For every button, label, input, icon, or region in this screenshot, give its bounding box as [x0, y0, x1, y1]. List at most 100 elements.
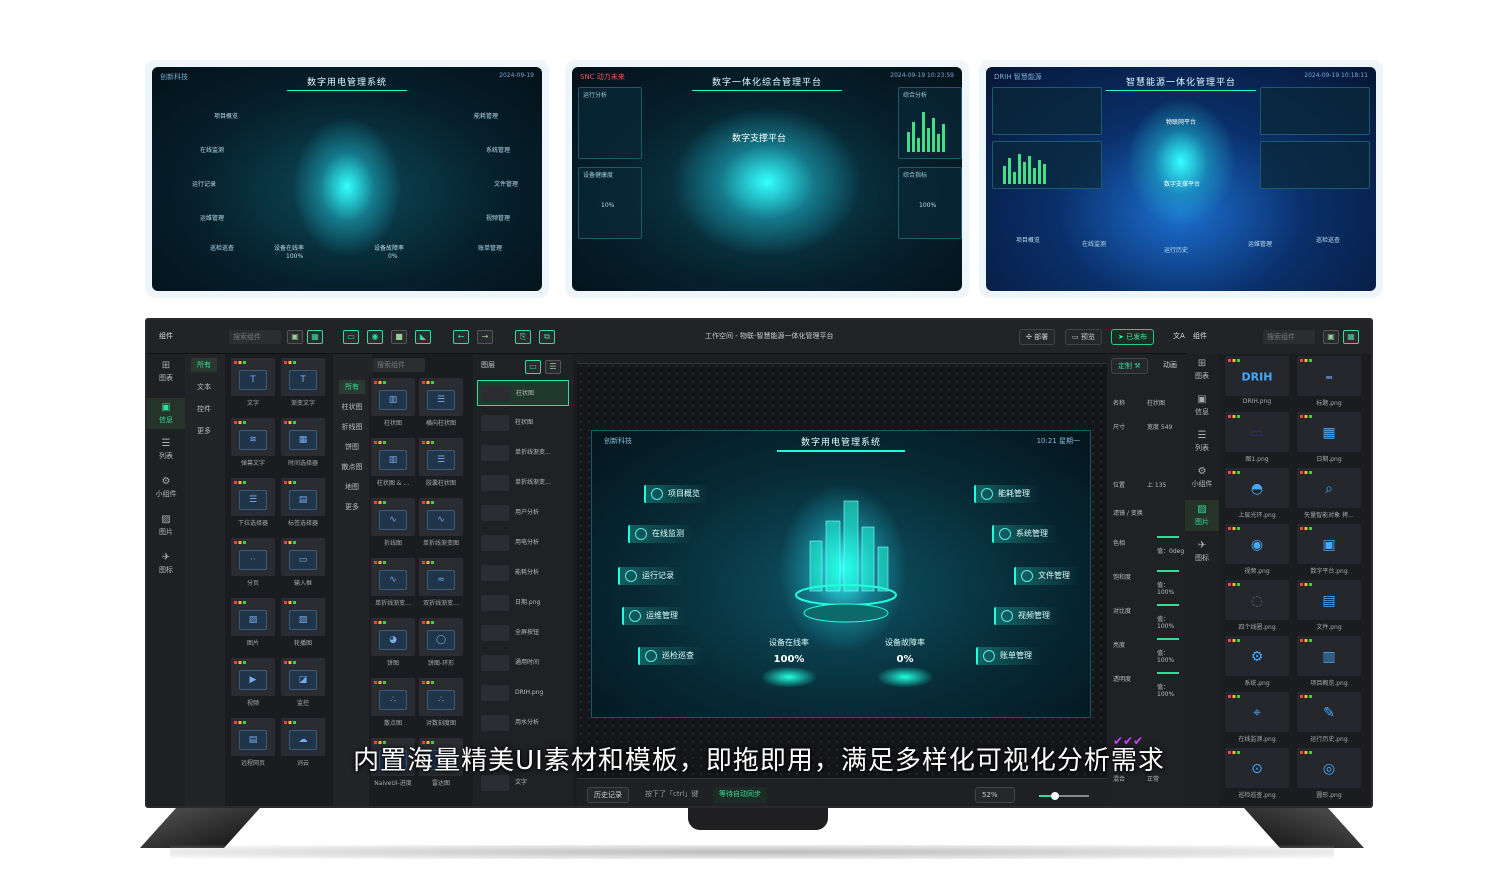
layer-item[interactable]: 柱状图	[477, 410, 569, 436]
filter-icon[interactable]: ◣	[415, 330, 431, 344]
component-card[interactable]: ▦ 时间选择器	[281, 418, 325, 467]
layers-toggle-icon[interactable]: ▭	[343, 330, 359, 344]
layer-item[interactable]: 通用时间	[477, 650, 569, 676]
component-card[interactable]: ∿ 单折线渐变图	[419, 498, 463, 547]
component-card[interactable]: ∴ 对数刻度图	[419, 678, 463, 727]
lock-icon[interactable]: ▣	[287, 330, 303, 344]
asset-card[interactable]: ✎ 运行历史.png	[1297, 692, 1361, 744]
subnav-control[interactable]: 控件	[191, 402, 217, 416]
layer-thumb-view-icon[interactable]: ▭	[525, 360, 541, 374]
node-online-monitor[interactable]: 在线监测	[628, 525, 692, 543]
layer-item[interactable]: 用户分析	[477, 500, 569, 526]
component-card[interactable]: T 渐变文字	[281, 358, 325, 407]
layer-item[interactable]: 日期.png	[477, 590, 569, 616]
asset-card[interactable]: ▤ 文件.png	[1297, 580, 1361, 632]
layer-item[interactable]: 单折线渐变...	[477, 440, 569, 466]
contrast-slider[interactable]	[1157, 604, 1179, 606]
component-card[interactable]: T 文字	[231, 358, 275, 407]
asset-card[interactable]: ◌ 四个线圈.png	[1225, 580, 1289, 632]
asset-card[interactable]: DRIH DRIH.png	[1225, 356, 1289, 408]
dashboard-preview[interactable]: 创新科技 数字用电管理系统 10:21 星期一 项目概览 在线监测 运行记录 运…	[591, 430, 1091, 718]
redo-icon[interactable]: →	[477, 330, 493, 344]
chart-search-input[interactable]: 搜索组件	[373, 358, 425, 372]
asset-card[interactable]: ⚙ 系统.png	[1225, 636, 1289, 688]
asset-card[interactable]: ◓ 上层光环.png	[1225, 468, 1289, 520]
node-project-overview[interactable]: 项目概览	[644, 485, 708, 503]
layer-list-view-icon[interactable]: ☰	[545, 360, 561, 374]
nav-info[interactable]: ▣ 信息	[147, 398, 185, 429]
node-run-record[interactable]: 运行记录	[618, 567, 682, 585]
component-card[interactable]: ▭ 输入框	[281, 538, 325, 587]
subnav2-map[interactable]: 地图	[339, 480, 365, 494]
subnav2-pie[interactable]: 饼图	[339, 440, 365, 454]
saturation-slider[interactable]	[1157, 570, 1179, 572]
layer-item[interactable]: 用水分析	[477, 710, 569, 736]
node-inspection[interactable]: 巡检巡查	[638, 647, 702, 665]
component-card[interactable]: ∿ 单折线渐变...	[371, 558, 415, 607]
asset-card[interactable]: ▦ 日期.png	[1297, 412, 1361, 464]
component-card[interactable]: ▶ 视频	[231, 658, 275, 707]
component-card[interactable]: ☰ 下拉选择器	[231, 478, 275, 527]
grid-view-icon[interactable]: ▦	[307, 330, 323, 344]
layer-item[interactable]: 用电分析	[477, 530, 569, 556]
undo-icon[interactable]: ←	[453, 330, 469, 344]
component-card[interactable]: ◪ 监控	[281, 658, 325, 707]
component-card[interactable]: ▨ 图片	[231, 598, 275, 647]
component-card[interactable]: ☰ 胶囊柱状图	[419, 438, 463, 487]
component-search-input[interactable]: 搜索组件	[229, 330, 281, 344]
save-icon[interactable]: ⎘	[515, 330, 531, 344]
lock-icon[interactable]: ▣	[1323, 330, 1339, 344]
component-card[interactable]: ·· 分页	[231, 538, 275, 587]
rnav-icon[interactable]: ✈ 图标	[1185, 540, 1219, 563]
layer-item[interactable]: 单折线渐变...	[477, 470, 569, 496]
component-card[interactable]: ≈ 双折线渐变...	[419, 558, 463, 607]
prop-name-input[interactable]: 柱状图	[1147, 398, 1165, 407]
grid-view-icon[interactable]: ▦	[1343, 330, 1359, 344]
prop-pos-input[interactable]: 上 135	[1147, 480, 1166, 489]
hue-slider[interactable]	[1157, 536, 1179, 538]
subnav2-bar[interactable]: 柱状图	[339, 400, 365, 414]
rnav-chart[interactable]: ⊞ 图表	[1185, 358, 1219, 381]
prop-size-input[interactable]: 宽度 549	[1147, 422, 1172, 431]
layer-item[interactable]: 柱状图	[477, 380, 569, 406]
subnav-all[interactable]: 所有	[191, 358, 217, 372]
asset-card[interactable]: ⌖ 在线监测.png	[1225, 692, 1289, 744]
zoom-select[interactable]: 52%	[975, 787, 1015, 803]
asset-search-input[interactable]: 搜索组件	[1263, 330, 1315, 344]
node-ops[interactable]: 运维管理	[622, 607, 686, 625]
zoom-slider[interactable]	[1039, 792, 1089, 800]
tab-customize[interactable]: 定制 ⚒	[1111, 358, 1148, 374]
deploy-button[interactable]: ✣ 部署	[1019, 329, 1056, 345]
layer-item[interactable]: DRIH.png	[477, 680, 569, 706]
chart-toggle-icon[interactable]: ◉	[367, 330, 383, 344]
component-card[interactable]: ∿ 折线图	[371, 498, 415, 547]
rnav-image[interactable]: ▨ 图片	[1185, 500, 1219, 531]
rnav-info[interactable]: ▣ 信息	[1185, 394, 1219, 417]
subnav-more[interactable]: 更多	[191, 424, 217, 438]
preview-button[interactable]: ▭ 预览	[1065, 329, 1102, 345]
rnav-widget[interactable]: ⚙ 小组件	[1185, 466, 1219, 489]
subnav-text[interactable]: 文本	[191, 380, 217, 394]
component-card[interactable]: ▨ 轮播图	[281, 598, 325, 647]
node-files[interactable]: 文件管理	[1014, 567, 1078, 585]
asset-card[interactable]: ▣ 数字平台.png	[1297, 524, 1361, 576]
template-thumb-2[interactable]: SNC 动力未来 数字一体化综合管理平台 2024-09-19 10:23:59…	[565, 60, 969, 298]
copy-icon[interactable]: ⧉	[539, 330, 555, 344]
component-card[interactable]: ▥ 柱状图 & ...	[371, 438, 415, 487]
component-card[interactable]: ▤ 标签选择器	[281, 478, 325, 527]
component-card[interactable]: ◯ 饼图-环形	[419, 618, 463, 667]
layer-item[interactable]: 能耗分析	[477, 560, 569, 586]
component-card[interactable]: ∴ 散点图	[371, 678, 415, 727]
node-system[interactable]: 系统管理	[992, 525, 1056, 543]
prop-filter-section[interactable]: 滤镜 / 变换	[1113, 508, 1143, 517]
nav-image[interactable]: ▨ 图片	[147, 514, 185, 537]
template-thumb-1[interactable]: 创新科技 数字用电管理系统 2024-09-19 项目概览 在线监测 运行记录 …	[145, 60, 549, 298]
node-video[interactable]: 视频管理	[994, 607, 1058, 625]
publish-button[interactable]: ➤ 已发布	[1111, 329, 1155, 345]
subnav2-line[interactable]: 折线图	[339, 420, 365, 434]
asset-card[interactable]: ▥ 项目概览.png	[1297, 636, 1361, 688]
subnav2-more[interactable]: 更多	[339, 500, 365, 514]
details-toggle-icon[interactable]: ■	[391, 330, 407, 344]
tab-animation[interactable]: 动画	[1157, 358, 1183, 374]
nav-chart[interactable]: ⊞ 图表	[147, 360, 185, 383]
